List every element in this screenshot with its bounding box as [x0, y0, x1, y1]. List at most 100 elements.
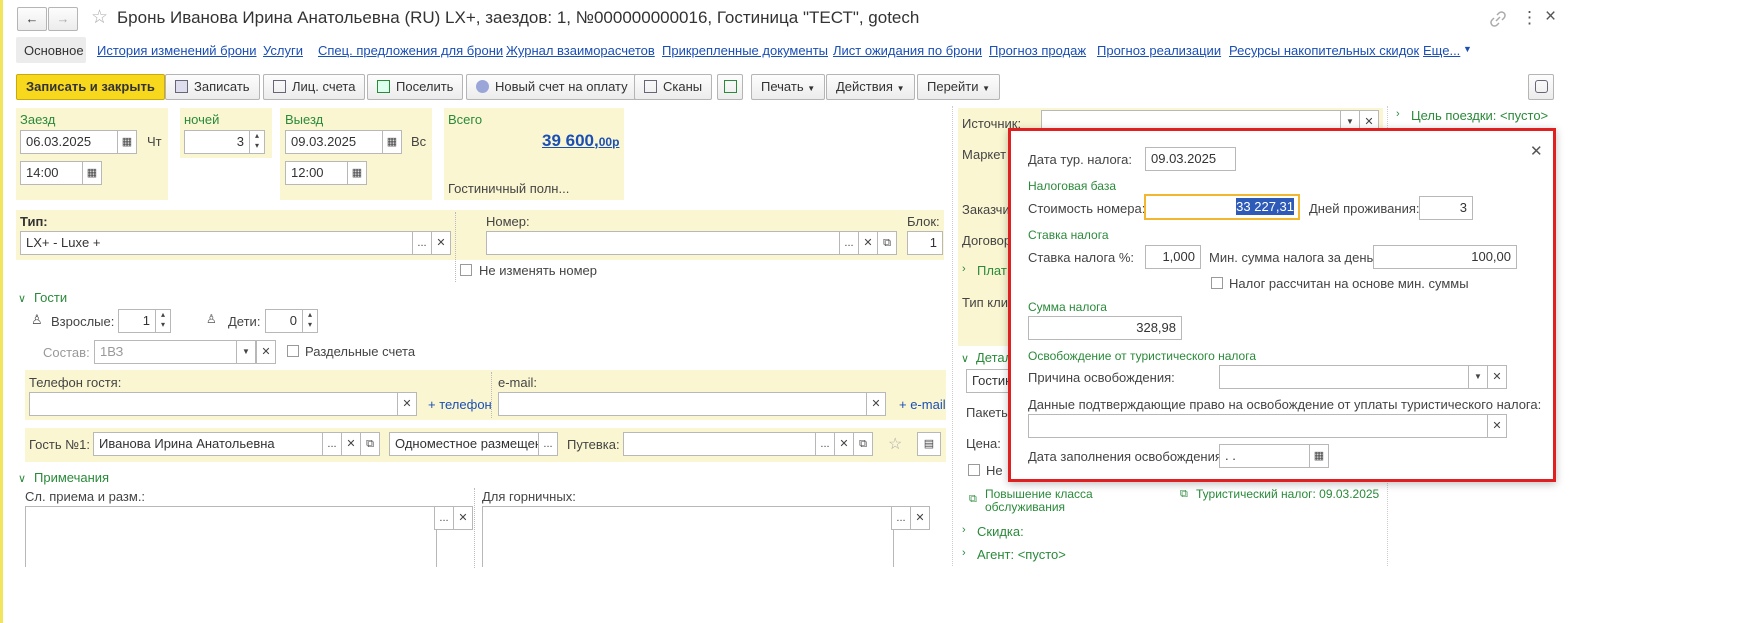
guest1-name-field[interactable]: Иванова Ирина Анатольевна — [93, 432, 323, 456]
dropdown-icon[interactable]: ▼ — [236, 340, 256, 364]
select-button[interactable]: ... — [434, 506, 454, 530]
purpose-chevron-icon[interactable]: › — [1396, 108, 1400, 120]
tab-waitlist[interactable]: Лист ожидания по брони — [833, 43, 982, 58]
room-type-field[interactable]: LX+ - Luxe + — [20, 231, 413, 255]
payment-chevron-icon[interactable]: › — [962, 263, 966, 275]
children-stepper[interactable]: ▴ ▾ — [302, 309, 318, 333]
housekeeping-notes-textarea[interactable] — [482, 506, 894, 567]
agent-chevron-icon[interactable]: › — [962, 547, 966, 559]
clear-icon[interactable]: ✕ — [910, 506, 930, 530]
save-button[interactable]: Записать — [165, 74, 260, 100]
dropdown-icon[interactable]: ▼ — [1468, 365, 1488, 389]
clear-icon[interactable]: ✕ — [834, 432, 854, 456]
nights-field[interactable]: 3 — [184, 130, 250, 154]
goto-button[interactable]: Перейти ▼ — [917, 74, 1001, 100]
reason-field[interactable] — [1219, 365, 1469, 389]
select-button[interactable]: ... — [412, 231, 432, 255]
forward-button[interactable]: → — [48, 7, 78, 31]
open-icon[interactable]: ⧉ — [877, 231, 897, 255]
favorite-star-icon[interactable]: ☆ — [91, 6, 108, 29]
adults-stepper[interactable]: ▴ ▾ — [155, 309, 171, 333]
block-field[interactable]: 1 — [907, 231, 943, 255]
clear-icon[interactable]: ✕ — [1487, 365, 1507, 389]
reception-notes-textarea[interactable] — [25, 506, 437, 567]
tab-attachments[interactable]: Прикрепленные документы — [662, 43, 828, 58]
clear-icon[interactable]: ✕ — [397, 392, 417, 416]
adults-field[interactable]: 1 — [118, 309, 156, 333]
nights-stepper[interactable]: ▴ ▾ — [249, 130, 265, 154]
proof-field[interactable] — [1028, 414, 1488, 438]
select-button[interactable]: ... — [891, 506, 911, 530]
print-button[interactable]: Печать ▼ — [751, 74, 826, 100]
clear-icon[interactable]: ✕ — [1487, 414, 1507, 438]
days-field[interactable]: 3 — [1419, 196, 1473, 220]
form-settings-button[interactable] — [1528, 74, 1554, 100]
room-cost-field[interactable]: 33 227,31 — [1144, 194, 1300, 220]
new-invoice-button[interactable]: Новый счет на оплату — [466, 74, 638, 100]
composition-field[interactable]: 1ВЗ — [94, 340, 237, 364]
open-icon[interactable]: ⧉ — [853, 432, 873, 456]
tab-realization-forecast[interactable]: Прогноз реализации — [1097, 43, 1221, 58]
clear-icon[interactable]: ✕ — [866, 392, 886, 416]
email-field[interactable] — [498, 392, 867, 416]
tab-discount-resources[interactable]: Ресурсы накопительных скидок — [1229, 43, 1419, 58]
tax-date-field[interactable]: 09.03.2025 — [1145, 147, 1236, 171]
guest1-accommodation-field[interactable]: Одноместное размещени — [389, 432, 539, 456]
calendar-icon[interactable]: ▦ — [1309, 444, 1329, 468]
tab-special-offers[interactable]: Спец. предложения для брони — [318, 43, 503, 58]
select-button[interactable]: ... — [839, 231, 859, 255]
guests-section-title[interactable]: Гости — [34, 290, 67, 305]
min-sum-field[interactable]: 100,00 — [1373, 245, 1517, 269]
guests-chevron-icon[interactable]: ∨ — [18, 292, 26, 305]
clock-picker-icon[interactable]: ▦ — [82, 161, 102, 185]
link-icon[interactable] — [1490, 11, 1506, 27]
agent-section-title[interactable]: Агент: <пусто> — [977, 547, 1066, 562]
checkout-time-field[interactable]: 12:00 — [285, 161, 348, 185]
checkout-date-field[interactable]: 09.03.2025 — [285, 130, 383, 154]
clear-icon[interactable]: ✕ — [341, 432, 361, 456]
details-section-title[interactable]: Детал — [976, 350, 1012, 365]
payment-section-title[interactable]: Плат — [977, 263, 1007, 278]
accounts-button[interactable]: Лиц. счета — [263, 74, 366, 100]
clock-picker-icon[interactable]: ▦ — [347, 161, 367, 185]
children-field[interactable]: 0 — [265, 309, 303, 333]
room-field[interactable] — [486, 231, 840, 255]
checkin-button[interactable]: Поселить — [367, 74, 464, 100]
window-close-icon[interactable]: × — [1545, 6, 1556, 28]
tab-more[interactable]: Еще... — [1423, 43, 1460, 58]
clear-icon[interactable]: ✕ — [858, 231, 878, 255]
min-based-checkbox[interactable] — [1211, 277, 1223, 289]
checkin-date-field[interactable]: 06.03.2025 — [20, 130, 118, 154]
no-checkbox[interactable] — [968, 464, 980, 476]
upgrade-link-line2[interactable]: обслуживания — [985, 500, 1065, 514]
clear-icon[interactable]: ✕ — [453, 506, 473, 530]
more-menu-icon[interactable]: ⋮ — [1521, 8, 1538, 28]
attach-button[interactable] — [717, 74, 743, 100]
calendar-icon[interactable]: ▦ — [382, 130, 402, 154]
select-button[interactable]: ... — [538, 432, 558, 456]
tourist-tax-link[interactable]: Туристический налог: 09.03.2025 — [1196, 487, 1379, 501]
popup-close-icon[interactable]: ✕ — [1530, 142, 1543, 160]
tax-rate-field[interactable]: 1,000 — [1145, 245, 1201, 269]
phone-field[interactable] — [29, 392, 398, 416]
scans-button[interactable]: Сканы — [634, 74, 713, 100]
no-change-room-checkbox[interactable] — [460, 264, 472, 276]
details-chevron-icon[interactable]: ∨ — [961, 352, 969, 365]
back-button[interactable]: ← — [17, 7, 47, 31]
checkin-time-field[interactable]: 14:00 — [20, 161, 83, 185]
notes-section-title[interactable]: Примечания — [34, 470, 109, 485]
discount-chevron-icon[interactable]: › — [962, 524, 966, 536]
save-close-button[interactable]: Записать и закрыть — [16, 74, 165, 100]
add-phone-link[interactable]: + телефон — [428, 397, 492, 412]
guest-card-icon[interactable]: ▤ — [917, 432, 941, 456]
discount-section-title[interactable]: Скидка: — [977, 524, 1024, 539]
favorite-guest-star-icon[interactable]: ☆ — [888, 434, 902, 454]
clear-icon[interactable]: ✕ — [431, 231, 451, 255]
notes-chevron-icon[interactable]: ∨ — [18, 472, 26, 485]
select-button[interactable]: ... — [322, 432, 342, 456]
calendar-icon[interactable]: ▦ — [117, 130, 137, 154]
tab-services[interactable]: Услуги — [263, 43, 303, 58]
open-icon[interactable]: ⧉ — [360, 432, 380, 456]
trip-purpose-link[interactable]: Цель поездки: <пусто> — [1411, 108, 1548, 123]
add-email-link[interactable]: + e-mail — [899, 397, 946, 412]
